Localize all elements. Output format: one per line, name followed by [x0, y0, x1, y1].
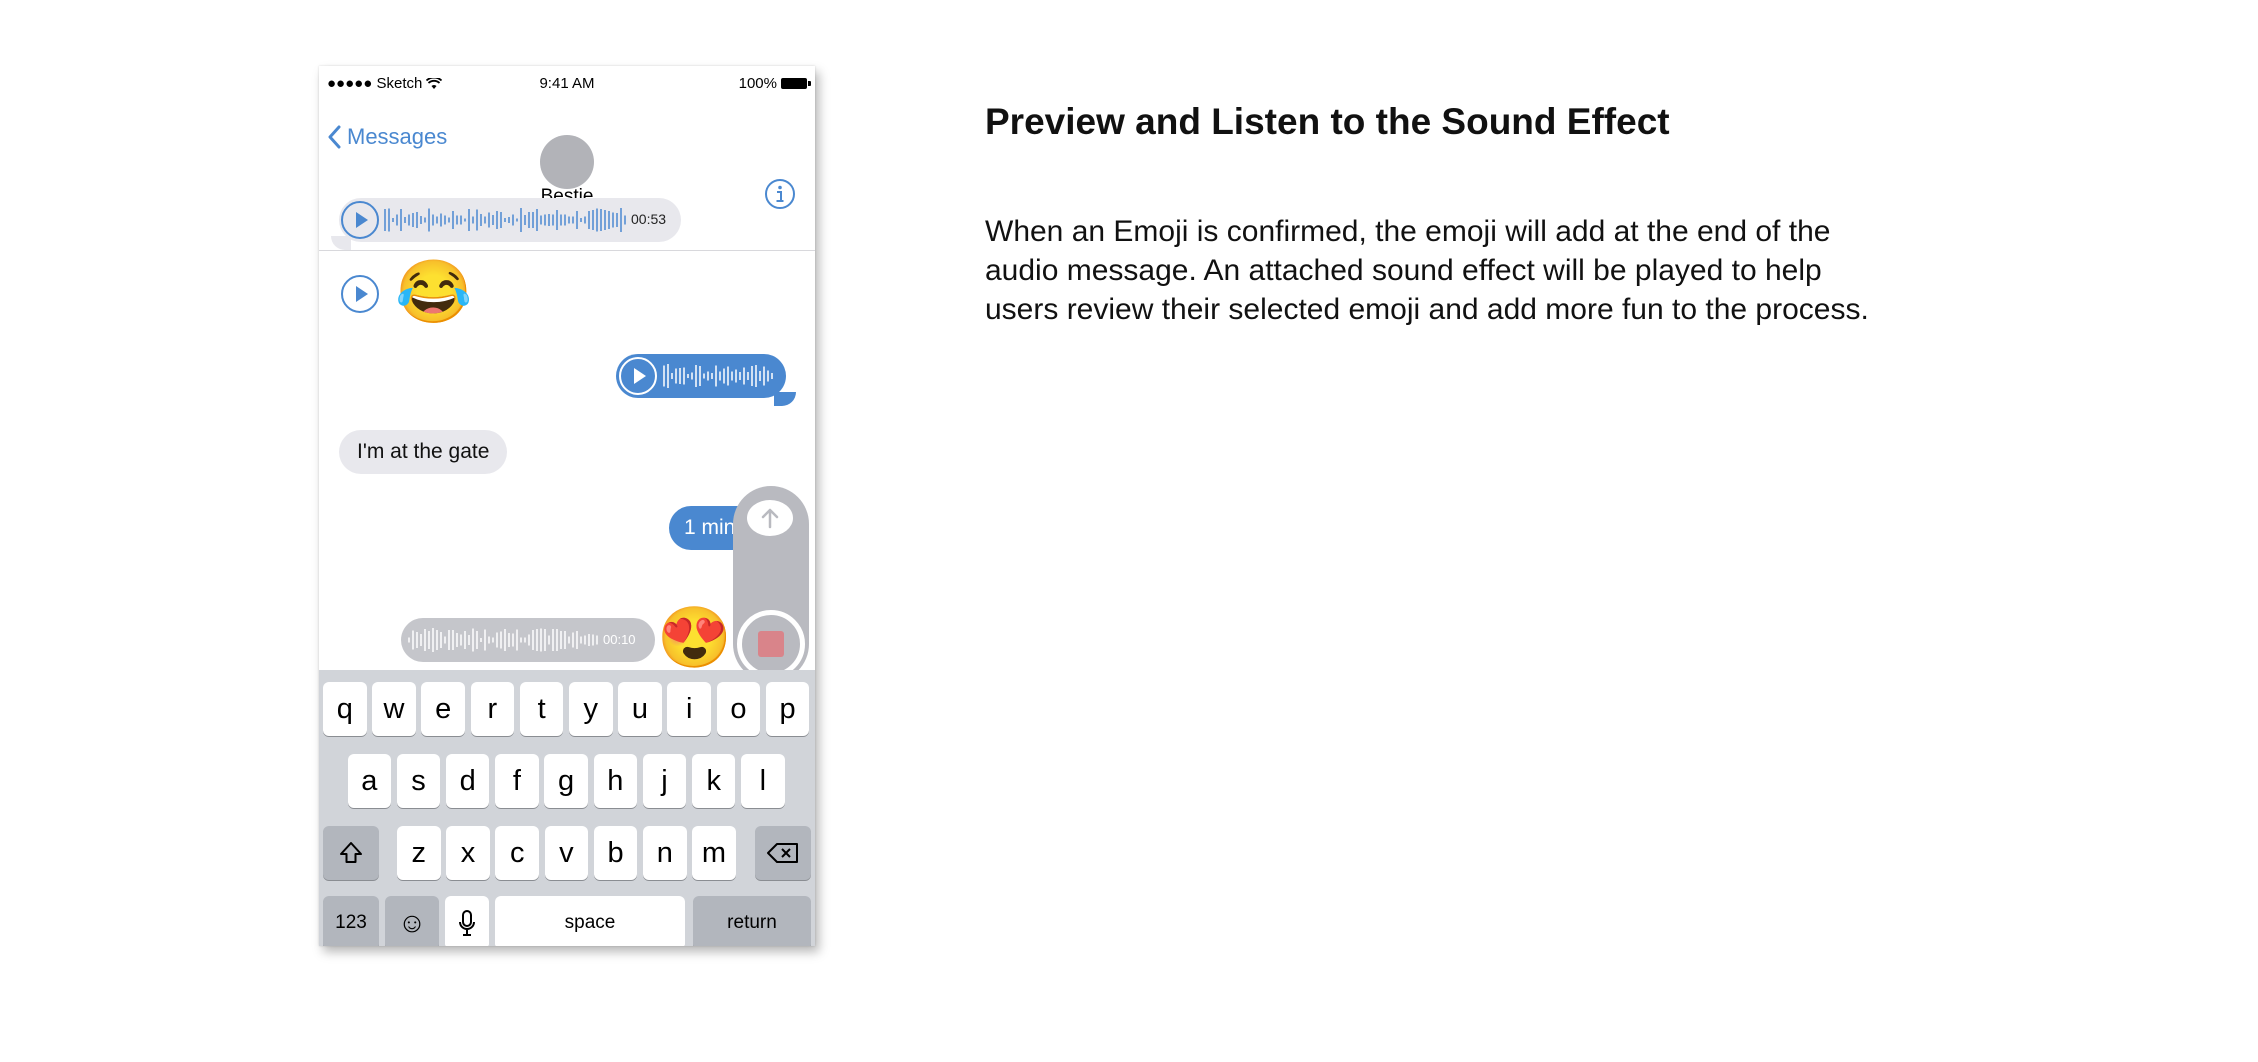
- play-icon: [356, 212, 368, 228]
- key-e[interactable]: e: [421, 682, 465, 736]
- chevron-left-icon: [328, 125, 341, 149]
- key-s[interactable]: s: [396, 754, 441, 808]
- key-u[interactable]: u: [618, 682, 662, 736]
- key-z[interactable]: z: [397, 826, 441, 880]
- emoji-play-button[interactable]: [341, 275, 379, 313]
- waveform-icon: [408, 628, 598, 652]
- key-v[interactable]: v: [544, 826, 589, 880]
- key-r[interactable]: r: [470, 682, 515, 736]
- description-line: users review their selected emoji and ad…: [985, 293, 1869, 326]
- microphone-icon: [459, 910, 475, 936]
- incoming-text-message[interactable]: I'm at the gate: [339, 430, 508, 474]
- description-line: audio message. An attached sound effect …: [985, 254, 1822, 287]
- key-i[interactable]: i: [667, 682, 711, 736]
- shift-icon: [340, 842, 362, 863]
- waveform-icon: [384, 208, 626, 232]
- keyboard: qwertyuiop asdfghjkl zxcvbnm 123 ☺ space…: [319, 670, 815, 946]
- info-icon[interactable]: [764, 178, 796, 210]
- shift-key[interactable]: [323, 826, 379, 880]
- numbers-key[interactable]: 123: [323, 896, 379, 946]
- key-m[interactable]: m: [692, 826, 736, 880]
- emoji-key[interactable]: ☺: [385, 896, 439, 946]
- key-b[interactable]: b: [593, 826, 638, 880]
- send-button[interactable]: [747, 500, 793, 536]
- key-d[interactable]: d: [445, 754, 490, 808]
- incoming-audio-message[interactable]: 00:53: [331, 198, 681, 250]
- key-q[interactable]: q: [323, 682, 367, 736]
- key-x[interactable]: x: [446, 826, 490, 880]
- outgoing-audio-message[interactable]: [616, 354, 796, 406]
- status-bar: ●●●●● Sketch 9:41 AM 100%: [319, 66, 815, 102]
- key-a[interactable]: a: [347, 754, 392, 808]
- back-label: Messages: [347, 124, 448, 149]
- dictation-key[interactable]: [445, 896, 489, 946]
- key-t[interactable]: t: [519, 682, 564, 736]
- avatar[interactable]: [540, 135, 594, 189]
- record-control: [733, 486, 809, 682]
- description-line: When an Emoji is confirmed, the emoji wi…: [985, 215, 1831, 248]
- emoji-icon: ☺: [397, 907, 427, 938]
- play-button[interactable]: [341, 201, 379, 239]
- annotation-description: When an Emoji is confirmed, the emoji wi…: [985, 212, 1985, 329]
- key-h[interactable]: h: [593, 754, 638, 808]
- key-p[interactable]: p: [765, 682, 810, 736]
- delete-key[interactable]: [755, 826, 811, 880]
- stop-record-icon: [758, 631, 784, 657]
- key-w[interactable]: w: [372, 682, 416, 736]
- key-y[interactable]: y: [569, 682, 613, 736]
- battery-icon: [781, 78, 811, 89]
- space-key[interactable]: space: [495, 896, 685, 946]
- return-key[interactable]: return: [693, 896, 811, 946]
- send-arrow-icon: [761, 508, 779, 529]
- key-k[interactable]: k: [691, 754, 736, 808]
- play-icon: [356, 286, 368, 302]
- key-l[interactable]: l: [741, 754, 785, 808]
- phone-screen: ●●●●● Sketch 9:41 AM 100% Messages Besti…: [319, 66, 815, 946]
- key-c[interactable]: c: [495, 826, 539, 880]
- laughing-emoji-message[interactable]: 😂: [395, 262, 472, 324]
- key-j[interactable]: j: [642, 754, 687, 808]
- battery-group: 100%: [738, 75, 811, 92]
- annotation-title: Preview and Listen to the Sound Effect: [985, 101, 1670, 142]
- audio-duration: 00:10: [603, 632, 636, 647]
- bubble-tail: [774, 392, 796, 406]
- play-button[interactable]: [619, 357, 657, 395]
- audio-duration: 00:53: [631, 211, 667, 227]
- key-g[interactable]: g: [544, 754, 588, 808]
- delete-icon: [767, 843, 798, 863]
- battery-percent: 100%: [738, 75, 777, 92]
- key-o[interactable]: o: [716, 682, 761, 736]
- play-icon: [634, 368, 646, 384]
- heart-eyes-emoji[interactable]: 😍: [657, 608, 732, 668]
- key-f[interactable]: f: [495, 754, 539, 808]
- key-n[interactable]: n: [643, 826, 687, 880]
- draft-audio-message[interactable]: 00:10: [401, 618, 655, 662]
- stop-record-button[interactable]: [737, 610, 805, 678]
- back-button[interactable]: Messages: [327, 124, 447, 150]
- waveform-icon: [663, 364, 773, 388]
